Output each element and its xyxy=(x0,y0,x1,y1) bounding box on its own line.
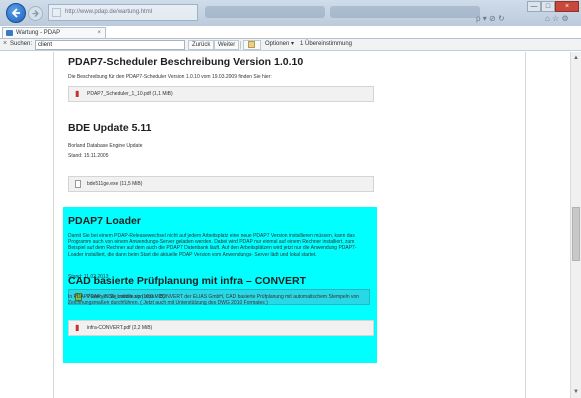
match-count: 1 Übereinstimmung xyxy=(300,41,353,47)
page-content: PDAP7-Scheduler Beschreibung Version 1.0… xyxy=(0,52,581,398)
scroll-thumb[interactable] xyxy=(572,207,580,261)
find-next-button[interactable]: Weiter xyxy=(214,40,240,50)
bde-date: Stand: 15.11.2005 xyxy=(68,153,109,159)
forward-button[interactable] xyxy=(28,6,43,21)
vertical-scrollbar[interactable]: ▲ ▼ xyxy=(570,52,581,398)
convert-download-link[interactable]: ▮ infra-CONVERT.pdf (2,2 MiB) xyxy=(68,320,374,336)
loader-description: Damit Sie bei einem PDAP-Releasewechsel … xyxy=(68,233,357,258)
blurred-toolbar-area xyxy=(205,6,325,18)
address-url: http://www.pdap.de/wartung.html xyxy=(65,9,153,15)
pdf-file-icon: ▮ xyxy=(75,89,80,98)
convert-title: CAD basierte Prüfplanung mit infra – CON… xyxy=(68,275,307,287)
blurred-favorites-area xyxy=(330,6,480,18)
bde-title: BDE Update 5.11 xyxy=(68,122,152,134)
page-icon xyxy=(52,8,61,17)
scheduler-description: Die Beschreibung für den PDAP7-Scheduler… xyxy=(68,74,272,80)
options-icon xyxy=(248,41,255,48)
loader-title: PDAP7 Loader xyxy=(68,215,141,227)
find-previous-button[interactable]: Zurück xyxy=(188,40,215,50)
pdf-file-icon: ▮ xyxy=(75,323,80,332)
bde-download-link[interactable]: bde511ge.exe (11,5 MiB) xyxy=(68,176,374,192)
find-close-icon[interactable]: × xyxy=(3,40,7,47)
chevron-down-icon: ▾ xyxy=(291,41,295,47)
find-options-label[interactable]: Optionen ▾ xyxy=(262,40,297,50)
bde-file-label: bde511ge.exe (11,5 MiB) xyxy=(87,181,143,187)
bde-description: Borland Database Engine Update xyxy=(68,143,143,149)
tab-title: Wartung - PDAP xyxy=(16,30,61,36)
toolbar-icons[interactable]: ⌂ ☆ ⚙ xyxy=(545,14,569,23)
address-bar[interactable]: http://www.pdap.de/wartung.html xyxy=(48,4,198,21)
maximize-button[interactable]: □ xyxy=(541,1,555,12)
find-label: Suchen: xyxy=(10,41,33,47)
options-label: Optionen xyxy=(265,41,290,47)
convert-description: In PDAP7 können Sie mithilfe von infra -… xyxy=(68,294,360,307)
close-window-button[interactable]: × xyxy=(555,1,579,12)
minimize-button[interactable]: — xyxy=(527,1,541,12)
tab-close-icon[interactable]: × xyxy=(97,28,101,38)
scheduler-title: PDAP7-Scheduler Beschreibung Version 1.0… xyxy=(68,56,304,68)
browser-titlebar: http://www.pdap.de/wartung.html ρ ▾ ⊘ ↻ … xyxy=(0,0,581,26)
favicon-icon xyxy=(6,30,13,36)
scheduler-download-link[interactable]: ▮ PDAP7_Scheduler_1_10.pdf (1,1 MiB) xyxy=(68,86,374,102)
tab-wartung[interactable]: Wartung - PDAP × xyxy=(2,27,106,38)
back-arrow-icon xyxy=(11,8,20,18)
scroll-down-icon[interactable]: ▼ xyxy=(573,389,579,395)
find-separator xyxy=(240,41,241,49)
scheduler-file-label: PDAP7_Scheduler_1_10.pdf (1,1 MiB) xyxy=(87,91,173,97)
forward-arrow-icon xyxy=(32,10,39,17)
convert-file-label: infra-CONVERT.pdf (2,2 MiB) xyxy=(87,325,153,331)
content-right-border xyxy=(525,52,526,398)
content-left-border xyxy=(53,52,54,398)
find-options-button[interactable] xyxy=(243,40,261,50)
address-actions[interactable]: ρ ▾ ⊘ ↻ xyxy=(476,14,505,23)
find-bar: × Suchen: client Zurück Weiter Optionen … xyxy=(0,38,581,51)
back-button[interactable] xyxy=(6,3,26,23)
exe-file-icon xyxy=(75,180,81,188)
scroll-up-icon[interactable]: ▲ xyxy=(573,55,579,61)
find-input[interactable]: client xyxy=(35,40,185,50)
